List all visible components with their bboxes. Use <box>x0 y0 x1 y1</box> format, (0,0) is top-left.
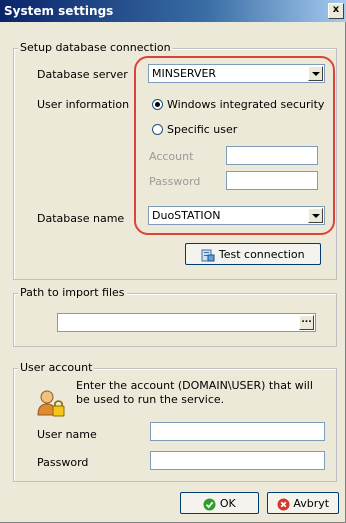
close-button[interactable]: x <box>328 3 344 19</box>
cancel-label: Avbryt <box>293 497 330 510</box>
username-label: User name <box>37 428 97 441</box>
ok-button[interactable]: OK <box>180 492 259 514</box>
user-lock-icon <box>37 390 65 417</box>
database-name-label: Database name <box>37 212 125 225</box>
account-password-label: Password <box>37 456 89 469</box>
check-icon <box>203 498 216 510</box>
cancel-icon <box>277 498 290 510</box>
account-description: Enter the account (DOMAIN\USER) that wil… <box>76 379 313 406</box>
database-test-icon <box>201 249 215 262</box>
browse-button[interactable]: ... <box>299 315 314 330</box>
user-information-label: User information <box>37 98 130 111</box>
ok-label: OK <box>219 497 236 510</box>
system-settings-dialog: System settings x Setup database connect… <box>0 0 346 523</box>
test-connection-button[interactable]: Test connection <box>185 243 321 265</box>
window-title: System settings <box>4 4 114 18</box>
account-password-field[interactable] <box>150 451 325 470</box>
database-server-label: Database server <box>37 68 128 81</box>
username-field[interactable] <box>150 422 325 441</box>
title-bar: System settings x <box>0 0 346 22</box>
database-connection-legend: Setup database connection <box>18 41 173 54</box>
test-connection-label: Test connection <box>218 248 305 261</box>
import-path-legend: Path to import files <box>18 286 127 299</box>
user-account-legend: User account <box>18 361 95 374</box>
highlight-ring <box>134 56 335 235</box>
cancel-button[interactable]: Avbryt <box>267 492 339 514</box>
import-path-field[interactable]: ... <box>57 313 316 332</box>
